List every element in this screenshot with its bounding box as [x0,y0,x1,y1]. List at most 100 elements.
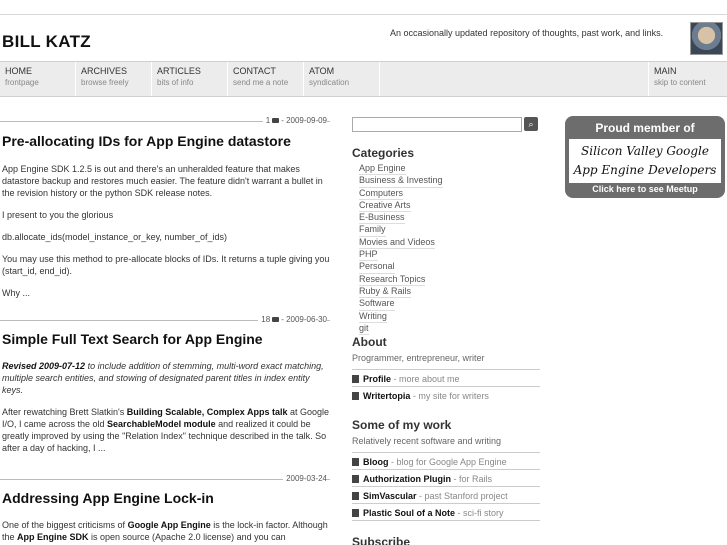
categories-heading: Categories [352,146,415,160]
post-body: App Engine SDK 1.2.5 is out and there's … [2,163,330,309]
nav-label: ATOM [309,66,335,76]
gae-link[interactable]: Google App Engine [128,520,211,530]
category-link[interactable]: Creative Arts [359,200,411,213]
category-link[interactable]: Software [359,298,395,311]
divider [352,503,540,504]
profile-link[interactable]: Profile - more about me [352,374,460,384]
divider [352,386,540,387]
post-title[interactable]: Addressing App Engine Lock-in [2,490,214,506]
talk-link[interactable]: Building Scalable, Complex Apps talk [127,407,288,417]
post-paragraph: Why ... [2,288,31,298]
document-icon [352,458,359,466]
category-link[interactable]: Writing [359,311,387,323]
divider [352,469,540,470]
searchablemodel-link[interactable]: SearchableModel module [107,419,216,429]
post-title[interactable]: Simple Full Text Search for App Engine [2,331,263,347]
authorization-plugin-link[interactable]: Authorization Plugin - for Rails [352,474,492,484]
about-subtitle: Programmer, entrepreneur, writer [352,353,485,363]
meetup-badge[interactable]: Proud member of Silicon Valley Google Ap… [565,116,725,198]
link-desc: - past Stanford project [416,491,508,501]
link-label: Plastic Soul of a Note [363,508,456,518]
sdk-link[interactable]: App Engine SDK [17,532,89,542]
nav-sublabel: browse freely [81,78,129,87]
nav-label: ARTICLES [157,66,201,76]
post-date: 2009-09-09 [286,116,327,125]
post-paragraph: After rewatching Brett Slatkin's Buildin… [2,406,330,454]
top-rule [0,14,727,15]
meetup-group-line: Silicon Valley Google [581,144,709,158]
category-list: App Engine Business & Investing Computer… [359,163,443,336]
bloog-link[interactable]: Bloog - blog for Google App Engine [352,457,507,467]
document-icon [352,375,359,383]
post-meta: 1- 2009-09-09 [262,116,327,125]
link-label: Bloog [363,457,389,467]
search-input[interactable] [352,117,522,132]
document-icon [352,492,359,500]
nav-bar: HOME frontpage ARCHIVES browse freely AR… [0,61,727,97]
category-link[interactable]: Family [359,224,386,237]
writertopia-link[interactable]: Writertopia - my site for writers [352,391,489,401]
simvascular-link[interactable]: SimVascular - past Stanford project [352,491,508,501]
site-tagline: An occasionally updated repository of th… [390,28,664,38]
site-title[interactable]: BILL KATZ [2,32,91,52]
divider [352,369,540,370]
nav-item-contact[interactable]: CONTACT send me a note [228,62,304,96]
post-paragraph: You may use this method to pre-allocate … [2,254,330,276]
avatar [690,22,723,55]
post-title[interactable]: Pre-allocating IDs for App Engine datast… [2,133,291,149]
post-meta: 18- 2009-06-30 [258,315,327,324]
nav-sublabel: bits of info [157,78,194,87]
nav-label: HOME [5,66,32,76]
plastic-soul-link[interactable]: Plastic Soul of a Note - sci-fi story [352,508,504,518]
post-date: 2009-06-30 [286,315,327,324]
link-desc: - sci-fi story [455,508,504,518]
link-desc: - more about me [391,374,460,384]
nav-sublabel: syndication [309,78,350,87]
post-paragraph: One of the biggest criticisms of Google … [2,519,330,543]
meetup-top-text: Proud member of [595,121,695,135]
category-link[interactable]: Personal [359,261,395,274]
work-subtitle: Relatively recent software and writing [352,436,502,446]
meetup-group-line: App Engine Developers [573,163,717,177]
document-icon [352,509,359,517]
nav-item-archives[interactable]: ARCHIVES browse freely [76,62,152,96]
post-paragraph: I present to you the glorious [2,210,114,220]
nav-item-articles[interactable]: ARTICLES bits of info [152,62,228,96]
meetup-card: Silicon Valley Google App Engine Develop… [569,139,721,183]
category-link[interactable]: E-Business [359,212,405,225]
category-link[interactable]: Ruby & Rails [359,286,412,299]
category-link[interactable]: Business & Investing [359,175,443,188]
search-button[interactable]: ⌕ [524,117,538,131]
nav-item-atom[interactable]: ATOM syndication [304,62,380,96]
category-link[interactable]: Movies and Videos [359,237,435,250]
link-label: Profile [363,374,392,384]
revised-label: Revised 2009-07-12 [2,361,86,371]
category-link[interactable]: Computers [359,188,404,200]
nav-label: ARCHIVES [81,66,128,76]
post-paragraph: db.allocate_ids(model_instance_or_key, n… [2,232,227,242]
work-heading: Some of my work [352,418,452,432]
post-body: One of the biggest criticisms of Google … [2,519,330,545]
text: After rewatching Brett Slatkin's [2,407,127,417]
nav-label: CONTACT [233,66,276,76]
nav-item-home[interactable]: HOME frontpage [0,62,76,96]
meetup-link[interactable]: Click here to see Meetup [565,184,725,194]
post-body: Revised 2009-07-12 to include addition o… [2,360,330,464]
category-link[interactable]: Research Topics [359,274,426,286]
link-desc: - my site for writers [410,391,489,401]
category-link[interactable]: App Engine [359,163,406,176]
nav-label: MAIN [654,66,677,76]
category-link[interactable]: git [359,323,369,336]
category-link[interactable]: PHP [359,249,378,262]
divider [352,520,540,521]
post-date: 2009-03-24 [286,474,327,483]
document-icon [352,475,359,483]
comment-count[interactable]: 18 [261,315,270,324]
nav-sublabel: frontpage [5,78,39,87]
nav-sublabel: skip to content [654,78,706,87]
comment-count[interactable]: 1 [266,116,270,125]
link-label: SimVascular [363,491,417,501]
nav-item-main[interactable]: MAIN skip to content [648,62,727,96]
divider [352,452,540,453]
post-paragraph: Revised 2009-07-12 to include addition o… [2,360,330,396]
